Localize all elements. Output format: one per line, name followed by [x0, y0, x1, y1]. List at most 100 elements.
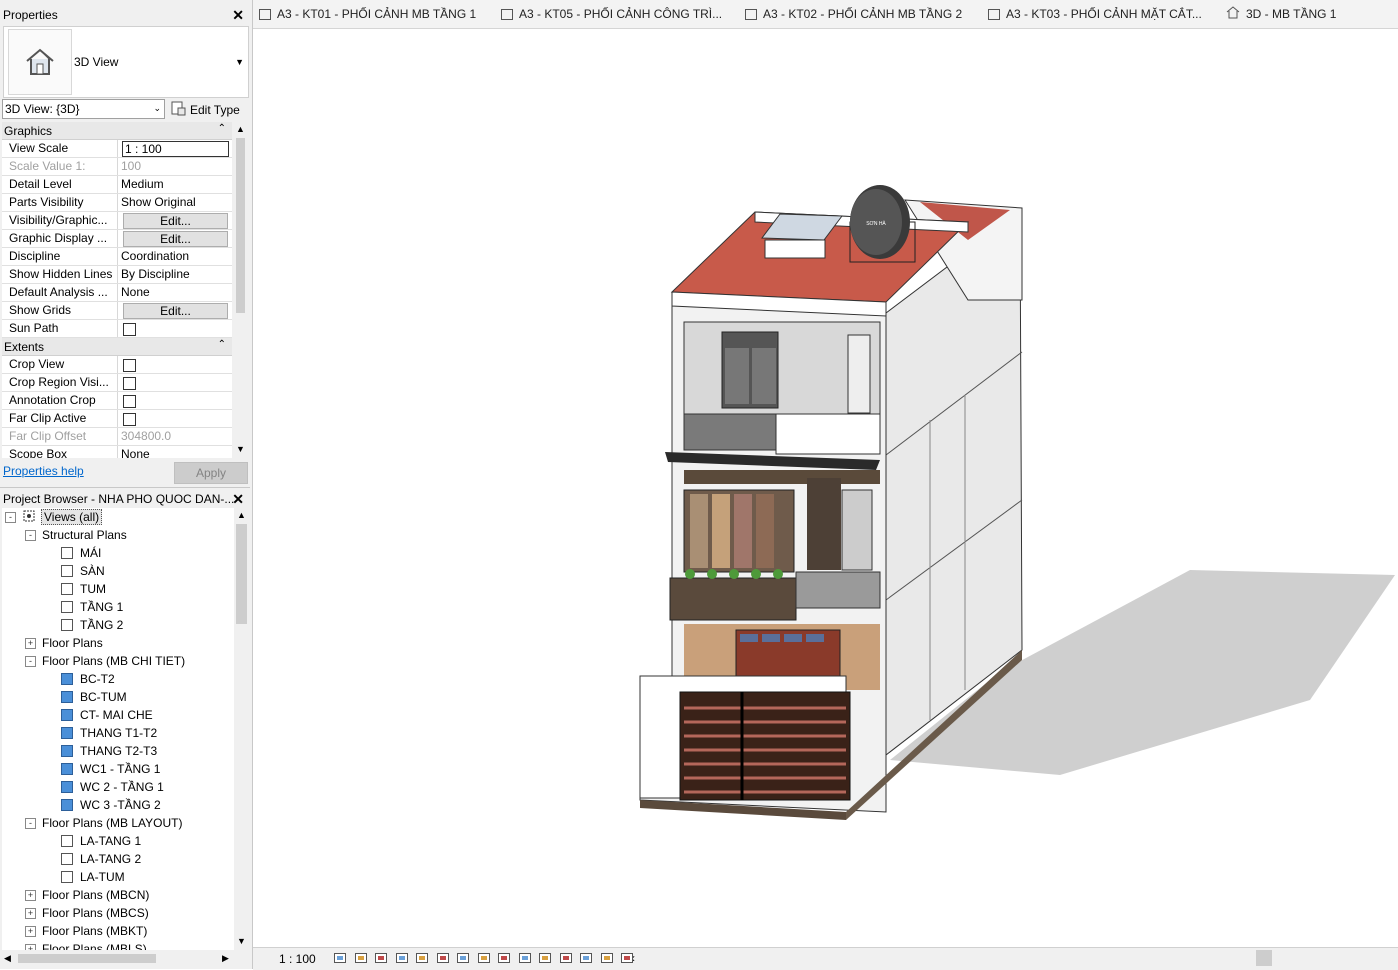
expand-icon[interactable]: + — [25, 907, 36, 919]
tree-node[interactable]: TẦNG 1 — [61, 598, 123, 616]
property-value[interactable]: Show Original — [121, 195, 196, 209]
tree-node[interactable]: + Floor Plans — [25, 634, 103, 652]
tree-node[interactable]: TẦNG 2 — [61, 616, 123, 634]
edit-button[interactable]: Edit... — [123, 213, 228, 229]
close-icon[interactable]: ✕ — [232, 491, 244, 508]
tab-kt05[interactable]: A3 - KT05 - PHỐI CẢNH CÔNG TRÌ... — [501, 4, 722, 24]
tab-kt01[interactable]: A3 - KT01 - PHỐI CẢNH MB TẦNG 1 — [259, 4, 476, 24]
scroll-up-icon[interactable]: ▲ — [236, 124, 245, 134]
chevron-down-icon[interactable]: ▼ — [235, 57, 244, 67]
collapse-icon[interactable]: - — [25, 655, 36, 667]
scroll-thumb[interactable] — [18, 954, 156, 963]
properties-help-link[interactable]: Properties help — [3, 464, 84, 478]
tree-node[interactable]: BC-T2 — [61, 670, 115, 688]
tree-node[interactable]: - Floor Plans (MB CHI TIET) — [25, 652, 185, 670]
crop-icon[interactable] — [436, 951, 449, 964]
tree-node[interactable]: THANG T1-T2 — [61, 724, 157, 742]
checkbox[interactable] — [123, 377, 136, 390]
type-selector[interactable]: 3D View ▼ — [3, 26, 249, 98]
scroll-left-icon[interactable]: ◀ — [4, 953, 11, 964]
expand-icon[interactable]: + — [25, 889, 36, 901]
property-value[interactable]: By Discipline — [121, 267, 190, 281]
tree-node[interactable]: WC 2 - TẦNG 1 — [61, 778, 164, 796]
tree-node[interactable]: TUM — [61, 580, 106, 598]
property-value[interactable]: None — [121, 447, 150, 458]
analytical-icon[interactable] — [559, 951, 572, 964]
reveal-hidden-icon[interactable] — [518, 951, 531, 964]
edit-button[interactable]: Edit... — [123, 303, 228, 319]
lock-icon[interactable] — [620, 951, 633, 964]
scroll-thumb[interactable] — [236, 138, 245, 313]
tree-node[interactable]: WC 3 -TẦNG 2 — [61, 796, 161, 814]
browser-horizontal-scrollbar[interactable]: ◀ ▶ — [2, 951, 234, 966]
scroll-up-icon[interactable]: ▲ — [237, 510, 246, 520]
tree-node[interactable]: LA-TANG 1 — [61, 832, 141, 850]
worksharing-icon[interactable] — [538, 951, 551, 964]
tree-node[interactable]: MÁI — [61, 544, 101, 562]
close-icon[interactable]: ✕ — [232, 7, 244, 24]
checkbox[interactable] — [123, 413, 136, 426]
3d-viewport[interactable]: SƠN HÀ — [253, 29, 1398, 947]
expand-icon[interactable]: + — [25, 943, 36, 950]
tree-node[interactable]: BC-TUM — [61, 688, 127, 706]
tree-node[interactable]: THANG T2-T3 — [61, 742, 157, 760]
apply-button[interactable]: Apply — [174, 462, 248, 484]
constraints-icon[interactable] — [600, 951, 613, 964]
tree-node[interactable]: + Floor Plans (MBCN) — [25, 886, 149, 904]
tree-node[interactable]: + Floor Plans (MBLS) — [25, 940, 147, 950]
checkbox[interactable] — [123, 395, 136, 408]
edit-type-button[interactable]: Edit Type — [170, 98, 248, 122]
collapse-icon[interactable]: - — [25, 817, 36, 829]
collapse-icon[interactable]: - — [5, 511, 16, 523]
edit-button[interactable]: Edit... — [123, 231, 228, 247]
sun-path-icon[interactable] — [374, 951, 387, 964]
view-control-bar: 1 : 100 ‹ — [253, 947, 1398, 970]
property-value[interactable]: Coordination — [121, 249, 189, 263]
property-group-extents[interactable]: Extents ⌃ — [2, 338, 232, 356]
browser-scrollbar[interactable]: ▲ ▼ — [234, 508, 249, 950]
detail-level-icon[interactable] — [333, 951, 346, 964]
scroll-thumb[interactable] — [236, 524, 247, 624]
tree-node[interactable]: WC1 - TẦNG 1 — [61, 760, 160, 778]
tab-kt03[interactable]: A3 - KT03 - PHỐI CẢNH MẶT CẮT... — [988, 4, 1202, 24]
tree-node[interactable]: + Floor Plans (MBCS) — [25, 904, 149, 922]
view-scale-input[interactable]: 1 : 100 — [122, 141, 229, 157]
scroll-down-icon[interactable]: ▼ — [236, 444, 245, 454]
temp-hide-icon[interactable] — [497, 951, 510, 964]
tree-node[interactable]: SÀN — [61, 562, 105, 580]
tree-node[interactable]: - Views (all) — [5, 508, 103, 526]
tree-node[interactable]: LA-TUM — [61, 868, 125, 886]
tree-node[interactable]: + Floor Plans (MBKT) — [25, 922, 147, 940]
unlock-3d-icon[interactable] — [477, 951, 490, 964]
property-value[interactable]: None — [121, 285, 150, 299]
render-icon[interactable] — [415, 951, 428, 964]
tree-node[interactable]: LA-TANG 2 — [61, 850, 141, 868]
expand-icon[interactable]: + — [25, 925, 36, 937]
view-instance-selector[interactable]: 3D View: {3D} ⌄ — [2, 99, 165, 119]
checkbox[interactable] — [123, 323, 136, 336]
view-scale[interactable]: 1 : 100 — [279, 952, 316, 966]
highlight-icon[interactable] — [579, 951, 592, 964]
crop-region-icon[interactable] — [456, 951, 469, 964]
collapse-icon[interactable]: - — [25, 529, 36, 541]
tree-node[interactable]: CT- MAI CHE — [61, 706, 153, 724]
property-row: Scope Box None — [2, 446, 232, 458]
checkbox[interactable] — [123, 359, 136, 372]
tab-3d-mb-tang-1[interactable]: 3D - MB TẦNG 1 — [1226, 4, 1336, 24]
scroll-down-icon[interactable]: ▼ — [237, 936, 246, 946]
property-value-cell — [118, 356, 232, 373]
property-group-graphics[interactable]: Graphics ⌃ — [2, 122, 232, 140]
collapse-icon[interactable]: ⌃ — [218, 123, 226, 134]
properties-scrollbar[interactable]: ▲ ▼ — [233, 122, 248, 458]
viewport-scroll-thumb[interactable] — [1256, 950, 1272, 966]
expand-icon[interactable]: + — [25, 637, 36, 649]
tree-node[interactable]: - Floor Plans (MB LAYOUT) — [25, 814, 182, 832]
tree-node-label: Floor Plans (MBCN) — [42, 888, 150, 902]
visual-style-icon[interactable] — [354, 951, 367, 964]
tree-node[interactable]: - Structural Plans — [25, 526, 127, 544]
shadows-icon[interactable] — [395, 951, 408, 964]
property-value[interactable]: Medium — [121, 177, 164, 191]
tab-kt02[interactable]: A3 - KT02 - PHỐI CẢNH MB TẦNG 2 — [745, 4, 962, 24]
scroll-right-icon[interactable]: ▶ — [222, 953, 229, 964]
collapse-icon[interactable]: ⌃ — [218, 339, 226, 350]
